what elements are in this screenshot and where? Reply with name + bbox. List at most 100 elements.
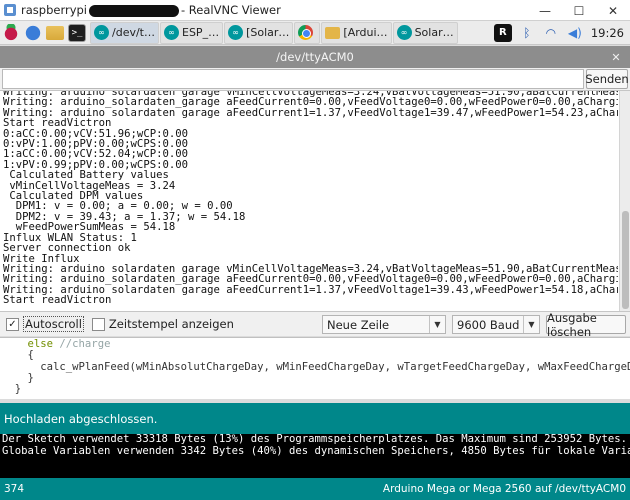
terminal-icon[interactable]: >_ bbox=[68, 23, 86, 42]
desktop-taskbar: >_ ∞/dev/t… ∞ ESP_… ∞ [Solar… [Ardui… ∞ Solar… … bbox=[0, 21, 630, 45]
serial-line: 0:vPV:1.00;pPV:0.00;wCPS:0.00 bbox=[3, 139, 188, 150]
serial-line: 1:aCC:0.00;vCV:52.04;wCP:0.00 bbox=[3, 149, 188, 160]
serial-line: Influx WLAN Status: 1 bbox=[3, 232, 137, 244]
code-token: { bbox=[2, 349, 34, 362]
close-icon[interactable]: ✕ bbox=[596, 0, 630, 21]
clear-output-button[interactable]: Ausgabe löschen bbox=[546, 311, 626, 339]
arduino-icon: ∞ bbox=[164, 25, 179, 40]
serial-line: 0:aCC:0.00;vCV:51.96;wCP:0.00 bbox=[3, 128, 188, 140]
code-line: } bbox=[2, 371, 630, 384]
taskbar-task-label: Solar… bbox=[414, 26, 454, 39]
taskbar-task-label: [Ardui… bbox=[343, 26, 388, 39]
serial-line: Writing: arduino_solardaten_garage aFeed… bbox=[3, 97, 618, 108]
serial-line: Calculated Battery values bbox=[3, 170, 169, 181]
vnc-app-name: - RealVNC Viewer bbox=[181, 3, 281, 17]
close-icon[interactable]: ✕ bbox=[608, 49, 624, 65]
serial-line: Writing: arduino_solardaten_garage vMinC… bbox=[3, 90, 618, 98]
line-number: 374 bbox=[4, 483, 25, 495]
serial-line: Calculated DPM values bbox=[3, 191, 144, 202]
code-editor[interactable]: else //charge { calc_wPlanFeed(wMinAbsol… bbox=[0, 337, 630, 399]
serial-options-bar: ✓ Autoscroll Zeitstempel anzeigen Neue Z… bbox=[0, 311, 630, 339]
taskbar-task[interactable]: ∞ [Solar… bbox=[224, 21, 294, 44]
taskbar-task-label: [Solar… bbox=[246, 26, 290, 39]
vnc-window-controls: — ☐ ✕ bbox=[528, 0, 630, 21]
bluetooth-icon[interactable]: ᛒ bbox=[518, 24, 536, 42]
serial-line: Writing: arduino_solardaten_garage vMinC… bbox=[3, 263, 618, 275]
code-token: //charge bbox=[59, 338, 111, 350]
chromium-icon bbox=[298, 25, 314, 40]
window-title: /dev/ttyACM0 bbox=[276, 50, 354, 64]
taskbar-task[interactable]: ∞ Solar… bbox=[392, 21, 458, 44]
code-line: calc_wPlanFeed(wMinAbsolutChargeDay, wMi… bbox=[2, 360, 630, 373]
wifi-icon[interactable]: ◠ bbox=[542, 24, 560, 42]
taskbar-task[interactable] bbox=[294, 21, 321, 44]
serial-line: DPM1: v = 0.00; a = 0.00; w = 0.00 bbox=[3, 201, 233, 212]
system-tray: R ᛒ ◠ ◀) 19:26 bbox=[491, 23, 630, 42]
console-text: Der Sketch verwendet 33318 Bytes (13%) d… bbox=[0, 434, 630, 457]
vnc-host-name: raspberrypi bbox=[21, 3, 87, 17]
autoscroll-checkbox[interactable]: ✓ bbox=[6, 317, 19, 331]
timestamp-label[interactable]: Zeitstempel anzeigen bbox=[109, 317, 234, 331]
serial-line: 1:vPV:0.99;pPV:0.00;wCPS:0.00 bbox=[3, 159, 188, 171]
line-ending-value: Neue Zeile bbox=[327, 317, 390, 332]
clock: 19:26 bbox=[590, 25, 624, 40]
taskbar-task-label: /dev/t… bbox=[112, 26, 155, 39]
web-browser-icon[interactable] bbox=[24, 23, 42, 42]
autoscroll-label[interactable]: Autoscroll bbox=[23, 316, 84, 332]
minimize-icon[interactable]: — bbox=[528, 0, 562, 21]
serial-line: DPM2: v = 39.43; a = 1.37; w = 54.18 bbox=[3, 211, 246, 223]
redacted-block bbox=[89, 4, 179, 17]
vnc-server-icon[interactable]: R bbox=[493, 23, 512, 42]
serial-line: Start readVictron bbox=[3, 295, 112, 306]
code-token: } bbox=[2, 383, 22, 396]
arduino-icon: ∞ bbox=[396, 25, 412, 40]
taskbar-task-label: ESP_… bbox=[182, 26, 220, 39]
code-token: } bbox=[2, 371, 34, 384]
vertical-scrollbar[interactable] bbox=[619, 91, 630, 311]
code-line: else //charge bbox=[2, 338, 630, 350]
serial-line: Write Influx bbox=[3, 253, 80, 264]
code-token: calc_wPlanFeed(wMinAbsolutChargeDay, wMi… bbox=[40, 360, 630, 373]
maximize-icon[interactable]: ☐ bbox=[562, 0, 596, 21]
taskbar-task[interactable]: [Ardui… bbox=[321, 21, 392, 44]
task-list: ∞/dev/t… ∞ ESP_… ∞ [Solar… [Ardui… ∞ Solar… bbox=[90, 21, 459, 44]
volume-icon[interactable]: ◀) bbox=[566, 24, 584, 42]
taskbar-task[interactable]: ∞ ESP_… bbox=[160, 21, 224, 44]
code-token: else bbox=[27, 338, 54, 350]
vnc-window-title: raspberrypi - RealVNC Viewer bbox=[21, 3, 281, 17]
scrollbar-thumb[interactable] bbox=[622, 211, 629, 309]
timestamp-checkbox[interactable] bbox=[91, 317, 105, 331]
baud-rate-value: 9600 Baud bbox=[457, 317, 520, 332]
chevron-down-icon: ▼ bbox=[523, 316, 539, 333]
serial-line: Writing: arduino_solardaten_garage aFeed… bbox=[3, 284, 618, 296]
console-line: Der Sketch verwendet 33318 Bytes (13%) d… bbox=[2, 434, 628, 445]
serial-line: Writing: arduino_solardaten_garage aFeed… bbox=[3, 107, 618, 119]
serial-send-input[interactable] bbox=[2, 69, 584, 89]
file-manager-icon[interactable] bbox=[46, 25, 64, 40]
serial-line: Start readVictron bbox=[3, 118, 112, 129]
baud-rate-select[interactable]: 9600 Baud ▼ bbox=[452, 315, 540, 334]
serial-line: wFeedPowerSumMeas = 54.18 bbox=[3, 222, 176, 233]
vnc-title-bar: raspberrypi - RealVNC Viewer — ☐ ✕ bbox=[0, 0, 630, 21]
send-row: Senden bbox=[0, 68, 630, 90]
arduino-icon: ∞ bbox=[228, 25, 244, 40]
serial-line: vMinCellVoltageMeas = 3.24 bbox=[3, 180, 176, 192]
compiler-console[interactable]: Der Sketch verwendet 33318 Bytes (13%) d… bbox=[0, 434, 630, 478]
line-ending-select[interactable]: Neue Zeile ▼ bbox=[322, 315, 446, 334]
serial-output-panel[interactable]: Writing: arduino_solardaten_garage vMinC… bbox=[0, 90, 630, 312]
console-line: Globale Variablen verwenden 3342 Bytes (… bbox=[2, 445, 630, 457]
ide-footer: 374 Arduino Mega or Mega 2560 auf /dev/t… bbox=[0, 478, 630, 500]
upload-status-bar: Hochladen abgeschlossen. bbox=[0, 403, 630, 434]
serial-line: Server connection ok bbox=[3, 243, 131, 254]
raspberry-menu-icon[interactable] bbox=[2, 23, 20, 42]
realvnc-icon bbox=[4, 4, 16, 16]
folder-icon bbox=[325, 26, 341, 39]
taskbar-task[interactable]: ∞/dev/t… bbox=[90, 21, 159, 44]
serial-output-text: Writing: arduino_solardaten_garage vMinC… bbox=[3, 90, 618, 306]
status-message: Hochladen abgeschlossen. bbox=[4, 411, 158, 426]
serial-line: Writing: arduino_solardaten_garage aFeed… bbox=[3, 274, 618, 285]
code-line: } bbox=[2, 384, 630, 395]
arduino-icon: ∞ bbox=[94, 25, 109, 40]
send-button[interactable]: Senden bbox=[585, 69, 629, 89]
